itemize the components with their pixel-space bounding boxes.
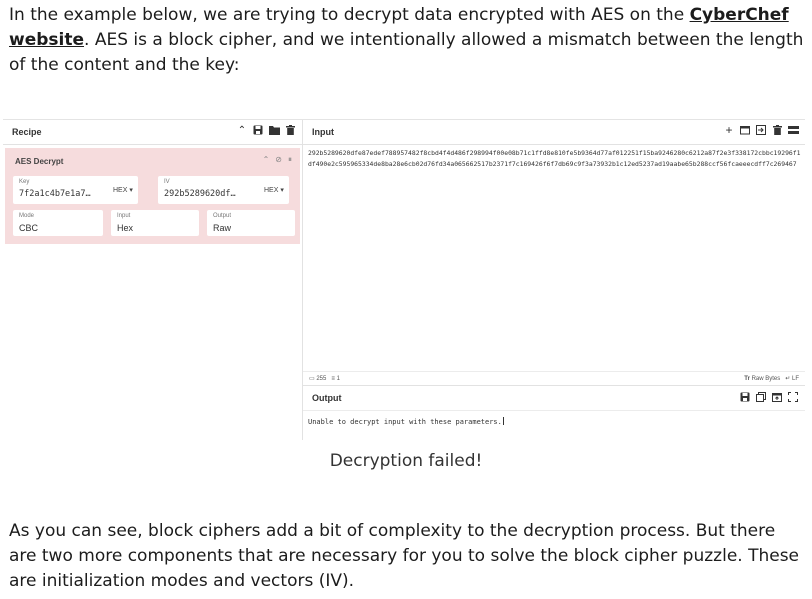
aes-decrypt-operation[interactable]: AES Decrypt ⌃ ⊘ ⏸ Key 7f2a1c4b7e1a7… HEX… xyxy=(5,148,300,244)
operation-controls: ⌃ ⊘ ⏸ xyxy=(263,155,292,165)
input-lines: 1 xyxy=(336,376,340,382)
output-toolbar xyxy=(740,392,798,405)
intro-paragraph: In the example below, we are trying to d… xyxy=(9,3,805,78)
input-format-value: Hex xyxy=(117,223,134,233)
figure-caption: Decryption failed! xyxy=(329,451,483,471)
operation-title: AES Decrypt xyxy=(15,157,64,166)
plus-icon[interactable]: + xyxy=(724,124,734,138)
output-title: Output xyxy=(312,393,342,403)
mode-field[interactable]: Mode CBC xyxy=(13,210,103,236)
eol-icon: ↵ xyxy=(785,376,791,382)
pause-icon[interactable]: ⏸ xyxy=(288,155,292,165)
folder-icon[interactable] xyxy=(269,125,280,138)
text-cursor xyxy=(502,417,504,425)
input-textarea[interactable]: 292b5289620dfe87edef788957482f8cbd4f4d48… xyxy=(308,148,802,169)
cyberchef-screenshot: Recipe ⌃ AES Decrypt ⌃ ⊘ ⏸ Key 7f2a1c4b7… xyxy=(3,119,805,441)
outro-paragraph: As you can see, block ciphers add a bit … xyxy=(9,521,800,591)
intro-text-after: . AES is a block cipher, and we intentio… xyxy=(9,30,804,75)
output-format-value: Raw xyxy=(213,223,232,233)
eol-selector[interactable]: LF xyxy=(792,376,799,382)
input-length: 255 xyxy=(316,376,327,382)
list-icon[interactable] xyxy=(788,125,799,138)
input-title: Input xyxy=(312,127,334,137)
recipe-title: Recipe xyxy=(12,127,42,137)
raw-bytes-selector[interactable]: Raw Bytes xyxy=(752,376,781,382)
trash-icon[interactable] xyxy=(772,125,782,138)
iv-label: IV xyxy=(164,179,170,185)
output-format-label: Output xyxy=(213,213,232,219)
input-format-label: Input xyxy=(117,213,131,219)
sign-in-icon[interactable] xyxy=(756,125,766,138)
text-encoding-icon: Tr xyxy=(744,376,750,382)
key-value: 7f2a1c4b7e1a7… xyxy=(19,189,91,199)
chevron-up-icon[interactable]: ⌃ xyxy=(237,125,247,138)
save-icon[interactable] xyxy=(740,392,750,405)
replace-input-icon[interactable] xyxy=(772,392,782,405)
recipe-header: Recipe ⌃ xyxy=(3,120,302,145)
input-stats: ▭ 255 ≡ 1 xyxy=(309,375,340,382)
output-header: Output xyxy=(303,385,805,411)
input-toolbar: + xyxy=(724,124,799,138)
input-encoding: Tr Raw Bytes ↵ LF xyxy=(744,375,799,382)
recipe-toolbar: ⌃ xyxy=(237,125,295,138)
maximise-icon[interactable] xyxy=(788,392,798,405)
recipe-pane: Recipe ⌃ AES Decrypt ⌃ ⊘ ⏸ Key 7f2a1c4b7… xyxy=(3,120,303,440)
key-field[interactable]: Key 7f2a1c4b7e1a7… HEX ▾ xyxy=(13,176,138,204)
save-icon[interactable] xyxy=(253,125,263,138)
disable-icon[interactable]: ⊘ xyxy=(275,155,282,165)
lines-icon: ≡ xyxy=(331,376,335,382)
chevron-up-icon[interactable]: ⌃ xyxy=(263,155,270,165)
new-tab-icon[interactable] xyxy=(740,125,750,138)
copy-icon[interactable] xyxy=(756,392,766,405)
length-icon: ▭ xyxy=(309,376,315,382)
mode-value: CBC xyxy=(19,223,39,233)
input-status-bar: ▭ 255 ≡ 1 Tr Raw Bytes ↵ LF xyxy=(303,371,805,386)
trash-icon[interactable] xyxy=(285,125,295,138)
intro-text-before: In the example below, we are trying to d… xyxy=(9,5,690,25)
output-message: Unable to decrypt input with these param… xyxy=(308,418,502,426)
key-format-dropdown[interactable]: HEX ▾ xyxy=(113,186,133,194)
io-pane: Input + 292b5289620dfe87edef788957482f8c… xyxy=(303,120,805,440)
input-header: Input + xyxy=(303,120,805,145)
iv-format-dropdown[interactable]: HEX ▾ xyxy=(264,186,284,194)
iv-field[interactable]: IV 292b5289620df… HEX ▾ xyxy=(158,176,289,204)
input-format-field[interactable]: Input Hex xyxy=(111,210,199,236)
iv-value: 292b5289620df… xyxy=(164,189,236,199)
mode-label: Mode xyxy=(19,213,35,219)
key-label: Key xyxy=(19,179,30,185)
output-textarea[interactable]: Unable to decrypt input with these param… xyxy=(308,417,504,426)
output-format-field[interactable]: Output Raw xyxy=(207,210,295,236)
